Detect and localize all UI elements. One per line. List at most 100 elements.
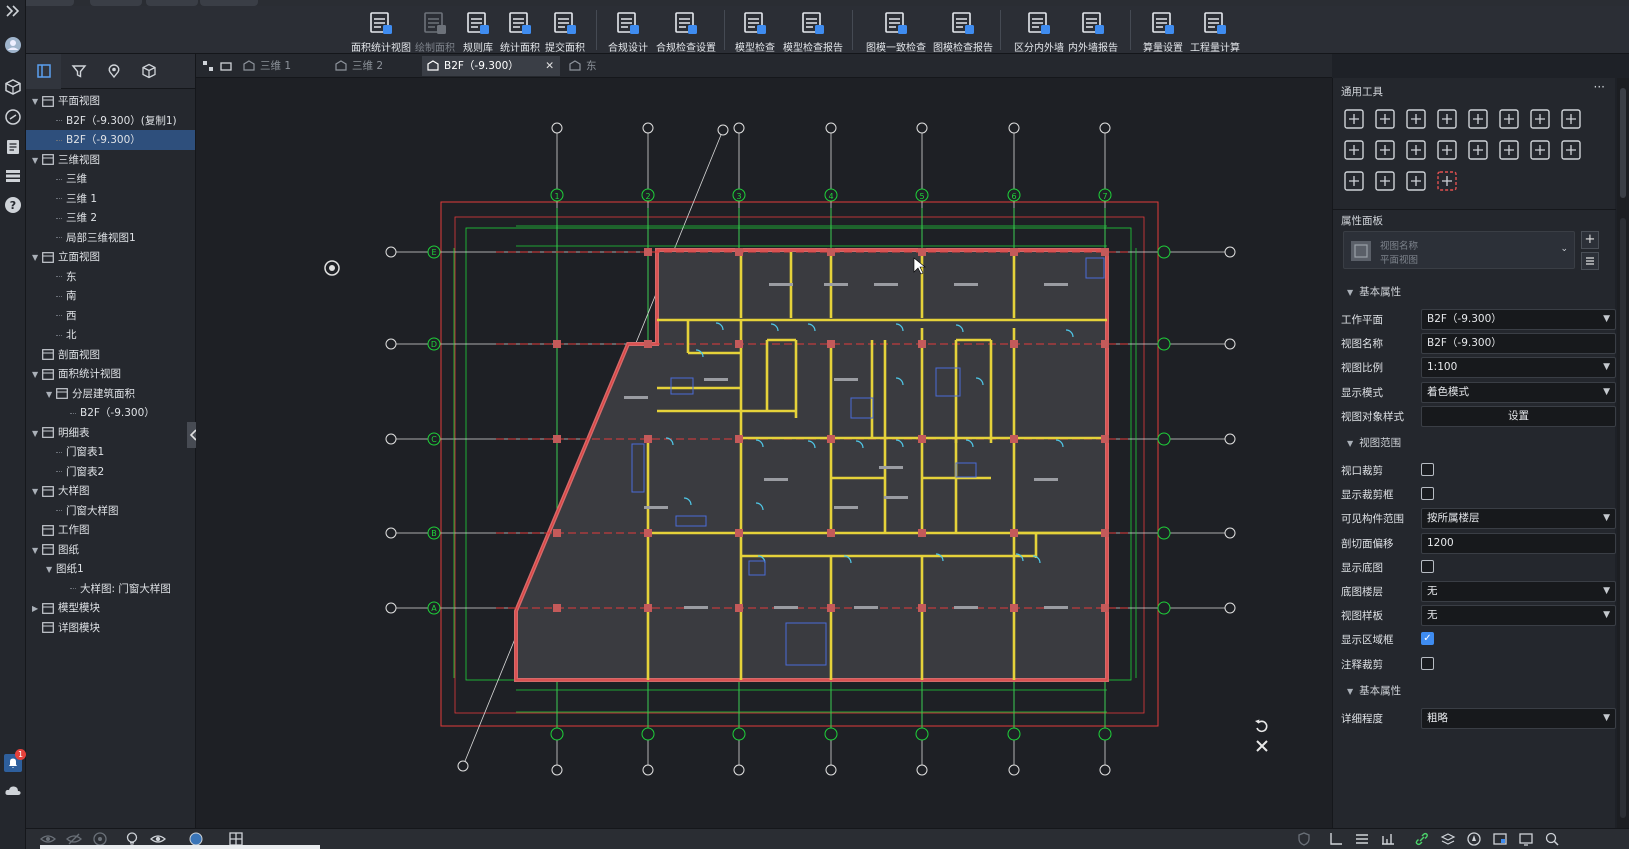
extend-icon[interactable]: [1341, 137, 1367, 163]
layers-stack-icon[interactable]: [1440, 831, 1456, 847]
tree-item[interactable]: ▼ 三维视图: [26, 150, 195, 170]
ribbon-button[interactable]: 模型检查报告: [783, 8, 843, 54]
select-similar-icon[interactable]: [1403, 168, 1429, 194]
ribbon-button[interactable]: 统计面积: [500, 8, 540, 54]
tree-item[interactable]: ▼ 明细表: [26, 423, 195, 443]
monitor-icon[interactable]: [1518, 831, 1534, 847]
property-select[interactable]: B2F（-9.300） ▼: [1421, 309, 1616, 330]
ribbon-button[interactable]: 图模一致检查: [866, 8, 926, 54]
list-icon[interactable]: [4, 167, 22, 185]
property-select[interactable]: 按所属楼层 ▼: [1421, 508, 1616, 530]
scale-icon[interactable]: [1434, 137, 1460, 163]
cloud-icon[interactable]: [4, 782, 22, 800]
ribbon-button[interactable]: 内外墙报告: [1068, 8, 1118, 54]
undo-view-icon[interactable]: [1254, 718, 1270, 734]
tree-item[interactable]: 工作图: [26, 520, 195, 540]
tree-item[interactable]: 南: [26, 286, 195, 306]
property-checkbox[interactable]: [1421, 463, 1434, 476]
link-icon[interactable]: [4, 108, 22, 126]
property-checkbox[interactable]: [1421, 656, 1434, 670]
array-icon[interactable]: [1465, 137, 1491, 163]
tree-item[interactable]: ▼ 立面视图: [26, 247, 195, 267]
chevron-down-icon[interactable]: ▼: [32, 151, 42, 171]
navigation-wheel-icon[interactable]: [323, 259, 341, 277]
property-group-header[interactable]: ▼ 基本属性: [1347, 284, 1401, 299]
edit-type-button[interactable]: [1581, 252, 1599, 270]
tree-item[interactable]: B2F（-9.300）: [26, 403, 195, 423]
align-icon[interactable]: [1434, 106, 1460, 132]
axis-icon[interactable]: [1328, 831, 1344, 847]
browser-tab-model[interactable]: [131, 54, 166, 89]
ribbon-button[interactable]: 模型检查: [735, 8, 775, 54]
compass-icon[interactable]: [1466, 831, 1482, 847]
break-icon[interactable]: [1403, 137, 1429, 163]
tree-item[interactable]: 三维: [26, 169, 195, 189]
tree-item[interactable]: ▶ 模型模块: [26, 598, 195, 618]
view-tab[interactable]: 东: [564, 56, 639, 76]
chevron-down-icon[interactable]: ▼: [32, 424, 42, 444]
browser-tab-layers[interactable]: [26, 54, 61, 89]
tree-item[interactable]: ▼ 分层建筑面积: [26, 384, 195, 404]
tree-item[interactable]: 西: [26, 306, 195, 326]
chevron-down-icon[interactable]: ▼: [32, 541, 42, 561]
document-icon[interactable]: [4, 138, 22, 156]
delete-icon[interactable]: [1341, 168, 1367, 194]
ribbon-button[interactable]: 区分内外墙: [1013, 8, 1065, 54]
tab-list-icon[interactable]: [202, 60, 214, 72]
browser-tab-filter[interactable]: [61, 54, 96, 89]
tree-item[interactable]: 北: [26, 325, 195, 345]
list-view-icon[interactable]: [1354, 831, 1370, 847]
view-tab[interactable]: B2F（-9.300） ✕: [422, 56, 560, 76]
close-view-icon[interactable]: [1254, 738, 1270, 754]
property-group-header[interactable]: ▼ 基本属性: [1347, 683, 1401, 698]
property-checkbox[interactable]: [1421, 559, 1434, 573]
tree-item[interactable]: 门窗表2: [26, 462, 195, 482]
ribbon-button[interactable]: 工程量计算: [1189, 8, 1241, 54]
shield-icon[interactable]: [1296, 831, 1312, 847]
measure-icon[interactable]: [1558, 137, 1584, 163]
rotate-icon[interactable]: [1403, 106, 1429, 132]
property-input[interactable]: 1200: [1421, 532, 1616, 554]
ribbon-button[interactable]: 面积统计视图: [350, 8, 412, 54]
tree-item[interactable]: ▼ 大样图: [26, 481, 195, 501]
chevron-down-icon[interactable]: ▼: [32, 248, 42, 268]
ribbon-button[interactable]: 算量设置: [1142, 8, 1184, 54]
ribbon-button[interactable]: 图模检查报告: [933, 8, 993, 54]
property-select[interactable]: 1:100 ▼: [1421, 357, 1616, 379]
tree-item[interactable]: 局部三维视图1: [26, 228, 195, 248]
view-tab[interactable]: 三维 2: [330, 56, 418, 76]
chevron-down-icon[interactable]: ▼: [46, 385, 56, 405]
zoom-fit-icon[interactable]: [1544, 831, 1560, 847]
chart-icon[interactable]: [1380, 831, 1396, 847]
floor-plan-drawing[interactable]: 1 2 3 4 5 6 7 E D C B A: [196, 78, 1332, 828]
property-button[interactable]: 设置: [1421, 405, 1616, 427]
browser-tab-location[interactable]: [96, 54, 131, 89]
tree-item[interactable]: ▼ 平面视图: [26, 91, 195, 111]
tree-item[interactable]: 剖面视图: [26, 345, 195, 365]
user-avatar-icon[interactable]: [4, 36, 22, 54]
window-restore-icon[interactable]: [220, 60, 232, 72]
property-select[interactable]: 粗略 ▼: [1421, 707, 1616, 729]
more-options-icon[interactable]: ···: [1594, 80, 1605, 94]
tree-item[interactable]: ▼ 图纸: [26, 540, 195, 560]
property-group-header[interactable]: ▼ 视图范围: [1347, 435, 1401, 450]
expand-chevrons-icon[interactable]: [4, 2, 22, 20]
mirror-icon[interactable]: [1496, 137, 1522, 163]
selection-box-icon[interactable]: [1434, 168, 1460, 194]
chevron-down-icon[interactable]: ▼: [32, 92, 42, 112]
panel-scrollbar[interactable]: [1617, 78, 1629, 828]
tree-item[interactable]: B2F（-9.300）(复制1): [26, 111, 195, 131]
trim-icon[interactable]: [1558, 106, 1584, 132]
drawing-canvas[interactable]: 1 2 3 4 5 6 7 E D C B A: [196, 78, 1332, 828]
offset-icon[interactable]: [1465, 106, 1491, 132]
property-checkbox[interactable]: [1421, 487, 1434, 501]
copy-icon[interactable]: [1372, 106, 1398, 132]
tree-item[interactable]: ▼ 图纸1: [26, 559, 195, 579]
ruler-icon[interactable]: [1372, 168, 1398, 194]
property-select[interactable]: 着色模式 ▼: [1421, 381, 1616, 403]
chain-link-icon[interactable]: [1414, 831, 1430, 847]
close-tab-icon[interactable]: ✕: [545, 56, 554, 76]
ribbon-button[interactable]: 合规检查设置: [655, 8, 717, 54]
property-checkbox[interactable]: ✓: [1421, 632, 1434, 646]
split-icon[interactable]: [1527, 106, 1553, 132]
